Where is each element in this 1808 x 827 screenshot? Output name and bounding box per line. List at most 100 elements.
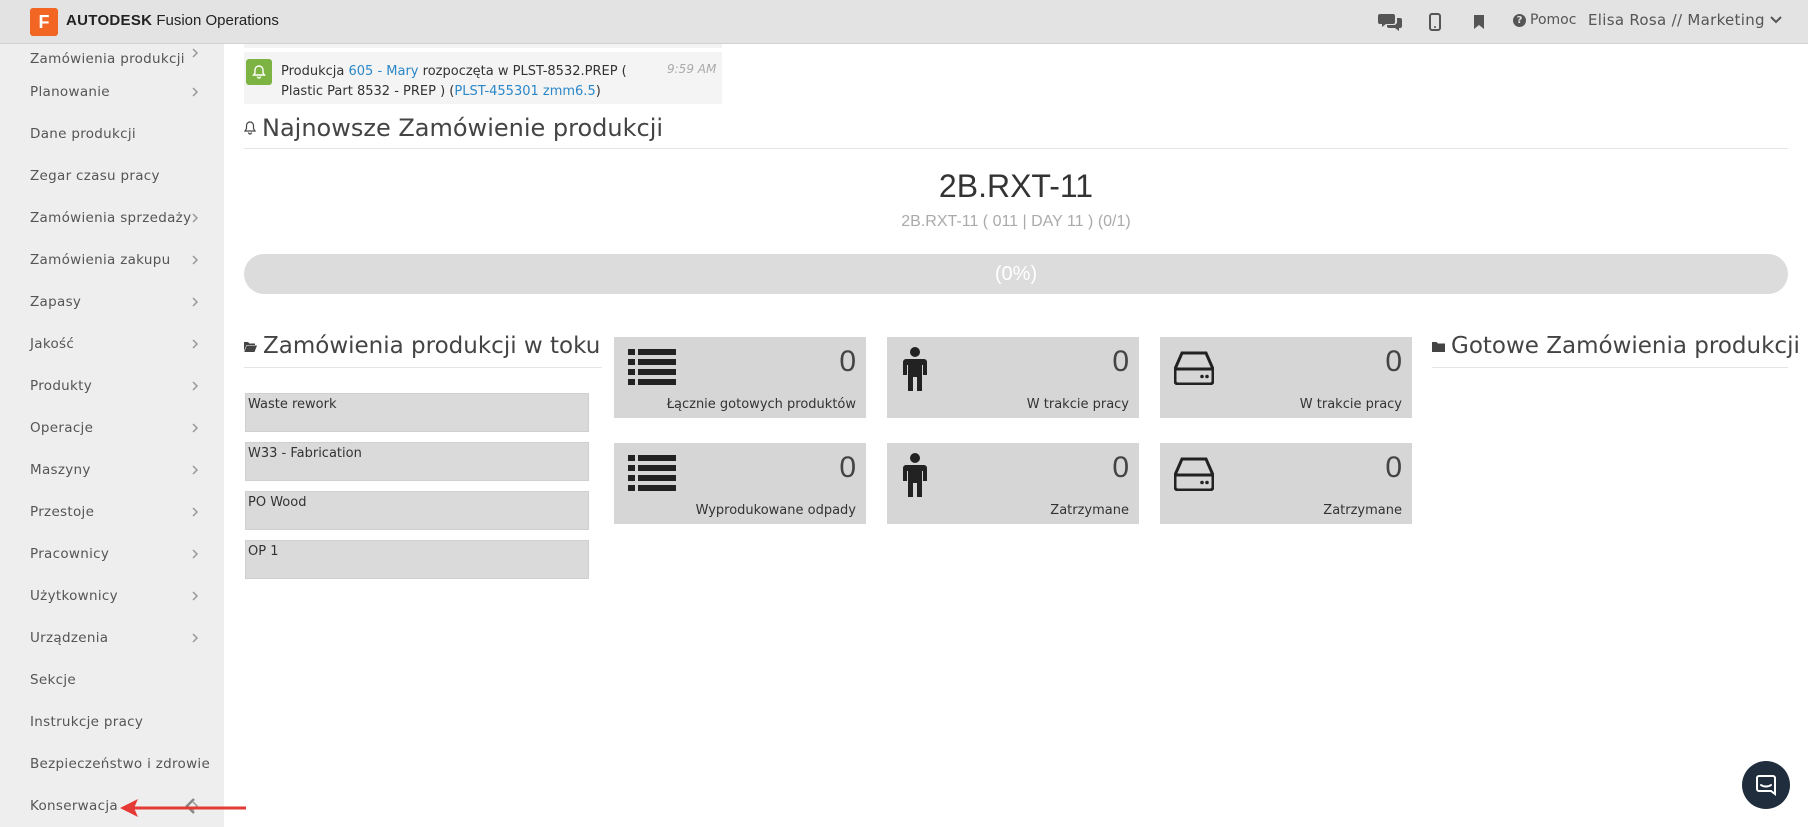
sidebar-item-health-safety[interactable]: Bezpieczeństwo i zdrowie <box>0 749 224 779</box>
stat-label: Wyprodukowane odpady <box>695 503 856 518</box>
sidebar-item-label: Zegar czasu pracy <box>30 168 160 184</box>
divider <box>244 148 1788 149</box>
chat-bubble-icon <box>1756 775 1776 796</box>
sidebar-item-sales-orders[interactable]: Zamówienia sprzedaży <box>0 203 224 233</box>
latest-order-heading: Najnowsze Zamówienie produkcji <box>244 114 663 142</box>
sidebar-item-label: Zamówienia zakupu <box>30 252 171 268</box>
wip-list-item[interactable]: Waste rework <box>245 393 589 432</box>
wip-list-item[interactable]: OP 1 <box>245 540 589 579</box>
stat-label: W trakcie pracy <box>1299 397 1402 412</box>
stat-tile-machines-working[interactable]: 0 W trakcie pracy <box>1160 337 1412 418</box>
sidebar-item-label: Instrukcje pracy <box>30 714 144 730</box>
order-progress-bar: (0%) <box>244 254 1788 294</box>
sidebar: Zamówienia produkcji Planowanie Dane pro… <box>0 44 224 827</box>
chevron-right-icon <box>192 48 199 58</box>
list-icon <box>628 455 676 491</box>
wip-list-item[interactable]: W33 - Fabrication <box>245 442 589 481</box>
bell-outline-icon <box>244 121 256 135</box>
done-title: Gotowe Zamówienia produkcji <box>1451 333 1800 359</box>
stat-tile-total-finished[interactable]: 0 Łącznie gotowych produktów <box>614 337 866 418</box>
brand-name[interactable]: AUTODESK Fusion Operations <box>66 12 279 29</box>
user-menu[interactable]: Elisa Rosa // Marketing <box>1588 11 1765 29</box>
wip-list-item[interactable]: PO Wood <box>245 491 589 530</box>
stat-value: 0 <box>1112 451 1129 484</box>
list-icon <box>628 349 676 385</box>
latest-order-id[interactable]: 2B.RXT-11 <box>244 168 1788 205</box>
notification-order-link[interactable]: PLST-455301 zmm6.5 <box>454 84 595 99</box>
chevron-right-icon <box>192 633 199 643</box>
stat-tile-machines-stopped[interactable]: 0 Zatrzymane <box>1160 443 1412 524</box>
mobile-icon[interactable] <box>1423 10 1447 34</box>
help-label: Pomoc <box>1530 12 1577 28</box>
sidebar-item-label: Konserwacja <box>30 798 118 814</box>
sidebar-item-products[interactable]: Produkty <box>0 371 224 401</box>
sidebar-item-label: Planowanie <box>30 84 110 100</box>
sidebar-item-label: Dane produkcji <box>30 126 136 142</box>
order-progress-label: (0%) <box>994 263 1038 285</box>
folder-open-icon <box>244 341 257 352</box>
stat-tile-workers-working[interactable]: 0 W trakcie pracy <box>887 337 1139 418</box>
sidebar-item-label: Operacje <box>30 420 94 436</box>
sidebar-item-time-clock[interactable]: Zegar czasu pracy <box>0 161 224 191</box>
support-chat-button[interactable] <box>1742 761 1790 809</box>
wip-title: Zamówienia produkcji w toku <box>263 333 601 359</box>
chevron-down-icon[interactable] <box>1768 12 1784 32</box>
sidebar-item-downtimes[interactable]: Przestoje <box>0 497 224 527</box>
sidebar-item-inventory[interactable]: Zapasy <box>0 287 224 317</box>
stat-label: Zatrzymane <box>1050 503 1129 518</box>
annotation-arrow-icon <box>120 799 246 817</box>
bookmark-icon[interactable] <box>1467 10 1491 34</box>
latest-order-subtitle: 2B.RXT-11 ( 011 | DAY 11 ) (0/1) <box>901 213 1131 230</box>
notification-text: Produkcja 605 - Mary rozpoczęta w PLST-8… <box>281 62 661 102</box>
sidebar-item-production-orders[interactable]: Zamówienia produkcji <box>0 44 224 74</box>
notification-time: 9:59 AM <box>667 62 717 76</box>
drive-icon <box>1174 351 1214 385</box>
person-icon <box>903 347 927 391</box>
sidebar-item-operations[interactable]: Operacje <box>0 413 224 443</box>
chevron-right-icon <box>192 549 199 559</box>
chevron-right-icon <box>192 423 199 433</box>
stat-value: 0 <box>1112 345 1129 378</box>
bell-icon <box>246 59 272 85</box>
sidebar-item-label: Pracownicy <box>30 546 110 562</box>
sidebar-item-planning[interactable]: Planowanie <box>0 77 224 107</box>
sidebar-item-machines[interactable]: Maszyny <box>0 455 224 485</box>
sidebar-item-label: Zamówienia produkcji <box>30 51 185 67</box>
person-icon <box>903 453 927 497</box>
sidebar-item-purchase-orders[interactable]: Zamówienia zakupu <box>0 245 224 275</box>
sidebar-item-sections[interactable]: Sekcje <box>0 665 224 695</box>
chat-icon[interactable] <box>1378 10 1402 34</box>
chevron-right-icon <box>192 339 199 349</box>
help-link[interactable]: ? Pomoc <box>1513 12 1576 28</box>
sidebar-item-label: Zapasy <box>30 294 82 310</box>
sidebar-item-devices[interactable]: Urządzenia <box>0 623 224 653</box>
chevron-right-icon <box>192 213 199 223</box>
chevron-right-icon <box>192 255 199 265</box>
sidebar-item-label: Jakość <box>30 336 75 352</box>
help-icon: ? <box>1513 13 1526 27</box>
notification-user-link[interactable]: 605 - Mary <box>349 64 419 79</box>
sidebar-item-label: Maszyny <box>30 462 91 478</box>
sidebar-item-workers[interactable]: Pracownicy <box>0 539 224 569</box>
brand-product: Fusion Operations <box>156 12 279 29</box>
notification-prefix: Produkcja <box>281 64 345 79</box>
stat-label: W trakcie pracy <box>1026 397 1129 412</box>
sidebar-item-label: Przestoje <box>30 504 95 520</box>
sidebar-item-label: Urządzenia <box>30 630 109 646</box>
sidebar-item-production-data[interactable]: Dane produkcji <box>0 119 224 149</box>
sidebar-item-work-instructions[interactable]: Instrukcje pracy <box>0 707 224 737</box>
stat-tile-workers-stopped[interactable]: 0 Zatrzymane <box>887 443 1139 524</box>
notification-suffix: ) <box>595 84 601 99</box>
chevron-right-icon <box>192 381 199 391</box>
stat-label: Łącznie gotowych produktów <box>666 397 856 412</box>
app-logo[interactable]: F <box>30 8 58 36</box>
stat-value: 0 <box>839 451 856 484</box>
stat-tile-scrap-produced[interactable]: 0 Wyprodukowane odpady <box>614 443 866 524</box>
sidebar-item-label: Bezpieczeństwo i zdrowie <box>30 756 211 772</box>
sidebar-item-users[interactable]: Użytkownicy <box>0 581 224 611</box>
sidebar-item-quality[interactable]: Jakość <box>0 329 224 359</box>
sidebar-item-label: Sekcje <box>30 672 76 688</box>
latest-order-title: Najnowsze Zamówienie produkcji <box>262 114 664 142</box>
sidebar-item-label: Produkty <box>30 378 93 394</box>
done-heading: Gotowe Zamówienia produkcji <box>1432 333 1800 359</box>
